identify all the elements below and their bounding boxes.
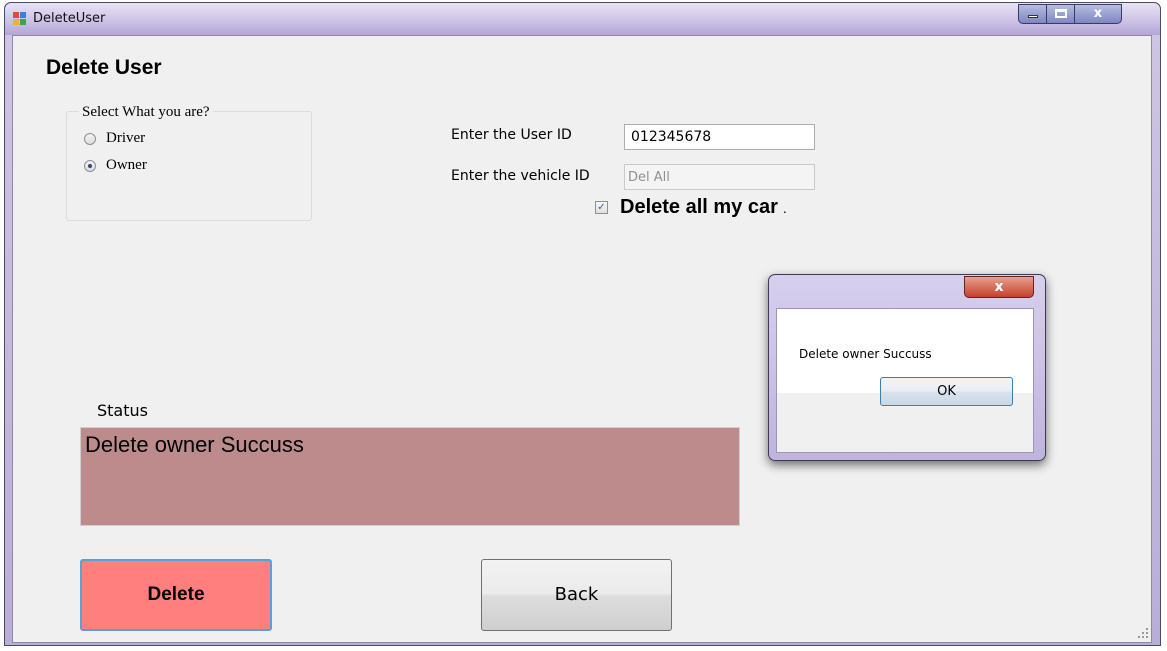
close-icon: x bbox=[994, 279, 1004, 295]
vehicle-id-label: Enter the vehicle ID bbox=[451, 168, 590, 184]
delete-button[interactable]: Delete bbox=[80, 559, 272, 631]
radio-owner-label: Owner bbox=[106, 157, 147, 173]
title-bar[interactable]: DeleteUser x bbox=[5, 3, 1160, 35]
delete-all-checkbox-row[interactable]: ✓ Delete all my car . bbox=[595, 196, 787, 219]
radio-driver-label: Driver bbox=[106, 130, 146, 146]
close-button[interactable]: x bbox=[1074, 4, 1122, 24]
radio-owner[interactable]: Owner bbox=[84, 157, 147, 174]
radio-driver-circle[interactable] bbox=[84, 132, 96, 145]
vehicle-id-field[interactable] bbox=[624, 164, 815, 190]
delete-all-checkbox[interactable]: ✓ bbox=[595, 201, 608, 214]
ok-button[interactable]: OK bbox=[880, 377, 1013, 406]
message-box: x Delete owner Succuss OK bbox=[768, 274, 1046, 461]
delete-all-suffix: . bbox=[782, 199, 787, 216]
status-label: Status bbox=[97, 401, 148, 420]
page-title: Delete User bbox=[46, 56, 162, 79]
app-icon bbox=[13, 12, 27, 26]
maximize-icon bbox=[1054, 9, 1067, 18]
user-id-label: Enter the User ID bbox=[451, 127, 572, 143]
radio-driver[interactable]: Driver bbox=[84, 130, 145, 147]
role-group-legend: Select What you are? bbox=[79, 104, 213, 121]
maximize-button[interactable] bbox=[1046, 4, 1075, 24]
message-close-button[interactable]: x bbox=[964, 276, 1034, 298]
radio-owner-circle[interactable] bbox=[84, 159, 96, 172]
minimize-button[interactable] bbox=[1018, 4, 1047, 24]
status-output: Delete owner Succuss bbox=[80, 427, 740, 526]
user-id-field[interactable] bbox=[624, 124, 815, 150]
minimize-icon bbox=[1027, 15, 1038, 18]
close-icon: x bbox=[1093, 6, 1103, 21]
delete-all-label: Delete all my car bbox=[620, 196, 778, 218]
message-text: Delete owner Succuss bbox=[799, 347, 932, 361]
window-title: DeleteUser bbox=[33, 11, 106, 26]
back-button[interactable]: Back bbox=[481, 559, 672, 631]
resize-grip-icon[interactable] bbox=[1138, 628, 1148, 638]
